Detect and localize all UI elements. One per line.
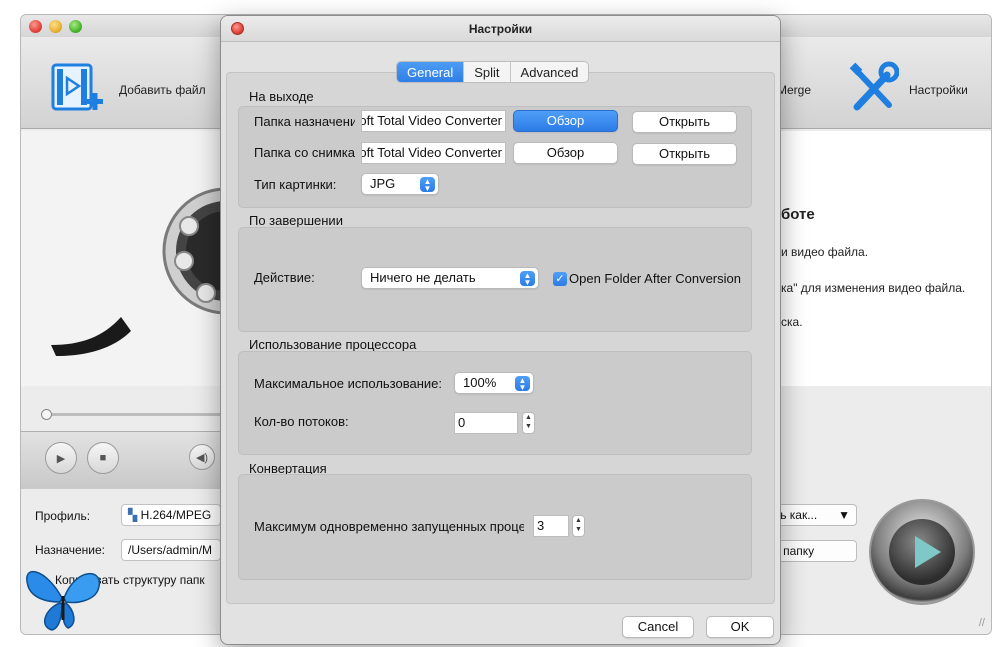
close-window-button[interactable] xyxy=(29,20,42,33)
video-preview-area xyxy=(21,131,221,386)
destination-field[interactable]: /Users/admin/M xyxy=(121,539,221,561)
max-usage-value: 100% xyxy=(463,375,497,390)
updown-arrows-icon: ▲ ▼ xyxy=(515,376,530,392)
action-label: Действие: xyxy=(254,270,315,285)
instructions-line-1: и видео файла. xyxy=(781,245,869,259)
dialog-titlebar: Настройки xyxy=(221,16,780,42)
ok-button[interactable]: OK xyxy=(706,616,774,638)
dest-browse-button[interactable]: Обзор xyxy=(513,110,618,132)
image-type-select[interactable]: JPG ▲ ▼ xyxy=(361,173,439,195)
max-usage-select[interactable]: 100% ▲ ▼ xyxy=(454,372,534,394)
playback-controls: ▶ ■ ◀) xyxy=(21,431,221,489)
snapshot-browse-button[interactable]: Обзор xyxy=(513,142,618,164)
destination-label: Назначение: xyxy=(35,543,106,557)
chevron-down-icon: ▼ xyxy=(838,508,850,522)
merge-button-label[interactable]: Merge xyxy=(777,83,811,97)
settings-tabs: General Split Advanced xyxy=(396,61,590,83)
instructions-heading: боте xyxy=(781,206,815,223)
image-type-value: JPG xyxy=(370,176,396,191)
play-button[interactable]: ▶ xyxy=(45,442,77,474)
minimize-window-button[interactable] xyxy=(49,20,62,33)
add-file-label: Добавить файл xyxy=(119,83,206,97)
tab-split[interactable]: Split xyxy=(464,62,511,82)
action-select[interactable]: Ничего не делать ▲ ▼ xyxy=(361,267,539,289)
tab-advanced[interactable]: Advanced xyxy=(511,62,589,82)
settings-dialog: Настройки General Split Advanced На выхо… xyxy=(220,15,781,645)
butterfly-logo-icon xyxy=(26,570,101,631)
instructions-panel: боте и видео файла. ка" для изменения ви… xyxy=(781,131,991,386)
max-usage-label: Максимальное использование: xyxy=(254,376,442,391)
threads-label: Кол-во потоков: xyxy=(254,414,349,429)
cancel-button[interactable]: Cancel xyxy=(622,616,694,638)
instructions-line-2: ка" для изменения видео файла. xyxy=(781,281,966,295)
play-arrow-icon xyxy=(915,536,941,568)
max-tasks-stepper[interactable]: ▲ ▼ xyxy=(572,515,585,537)
convert-button[interactable] xyxy=(869,499,975,605)
cpu-group xyxy=(238,351,752,455)
snapshot-open-button[interactable]: Открыть xyxy=(632,143,737,165)
snapshot-folder-label: Папка со снимками: xyxy=(254,145,355,160)
updown-arrows-icon: ▲ ▼ xyxy=(420,177,435,193)
tab-general[interactable]: General xyxy=(397,62,465,82)
snapshot-folder-field[interactable]: oft Total Video Converter xyxy=(361,142,506,164)
speaker-icon: ◀) xyxy=(195,451,209,464)
profile-select[interactable]: ▚ H.264/MPEG xyxy=(121,504,221,526)
dest-folder-field[interactable]: oft Total Video Converter xyxy=(361,110,506,132)
threads-stepper[interactable]: ▲ ▼ xyxy=(522,412,535,434)
seek-handle[interactable] xyxy=(41,409,52,420)
play-icon: ▶ xyxy=(56,452,66,465)
open-folder-checkbox-label[interactable]: Open Folder After Conversion xyxy=(569,271,741,286)
max-tasks-field[interactable]: 3 xyxy=(533,515,569,537)
resize-grip-icon[interactable]: // xyxy=(979,617,985,629)
profile-icon: ▚ xyxy=(128,508,141,522)
open-folder-checkbox[interactable]: ✓ xyxy=(553,272,567,286)
convert-button-face xyxy=(889,519,955,585)
settings-button[interactable]: Настройки xyxy=(847,61,987,117)
output-group-title: На выходе xyxy=(249,89,314,104)
updown-arrows-icon: ▲ ▼ xyxy=(520,271,535,287)
seek-track[interactable] xyxy=(45,413,221,416)
tools-icon xyxy=(849,61,899,111)
image-type-label: Тип картинки: xyxy=(254,177,337,192)
stop-icon: ■ xyxy=(99,452,107,464)
film-reel-icon xyxy=(51,187,221,356)
volume-button[interactable]: ◀) xyxy=(189,444,215,470)
threads-field[interactable]: 0 xyxy=(454,412,518,434)
profile-label: Профиль: xyxy=(35,509,91,523)
zoom-window-button[interactable] xyxy=(69,20,82,33)
add-file-button[interactable]: Добавить файл xyxy=(49,61,229,117)
completion-group-title: По завершении xyxy=(249,213,343,228)
instructions-line-3: ска. xyxy=(781,315,803,329)
add-video-file-icon xyxy=(51,63,103,111)
dest-open-button[interactable]: Открыть xyxy=(632,111,737,133)
max-tasks-label: Максимум одновременно запущенных процесс… xyxy=(254,519,524,534)
action-value: Ничего не делать xyxy=(370,270,476,285)
stop-button[interactable]: ■ xyxy=(87,442,119,474)
dest-folder-label: Папка назначения: xyxy=(254,114,355,129)
cpu-group-title: Использование процессора xyxy=(249,337,417,352)
settings-label: Настройки xyxy=(909,83,968,97)
profile-value: H.264/MPEG xyxy=(140,508,212,522)
dialog-title: Настройки xyxy=(468,22,533,36)
